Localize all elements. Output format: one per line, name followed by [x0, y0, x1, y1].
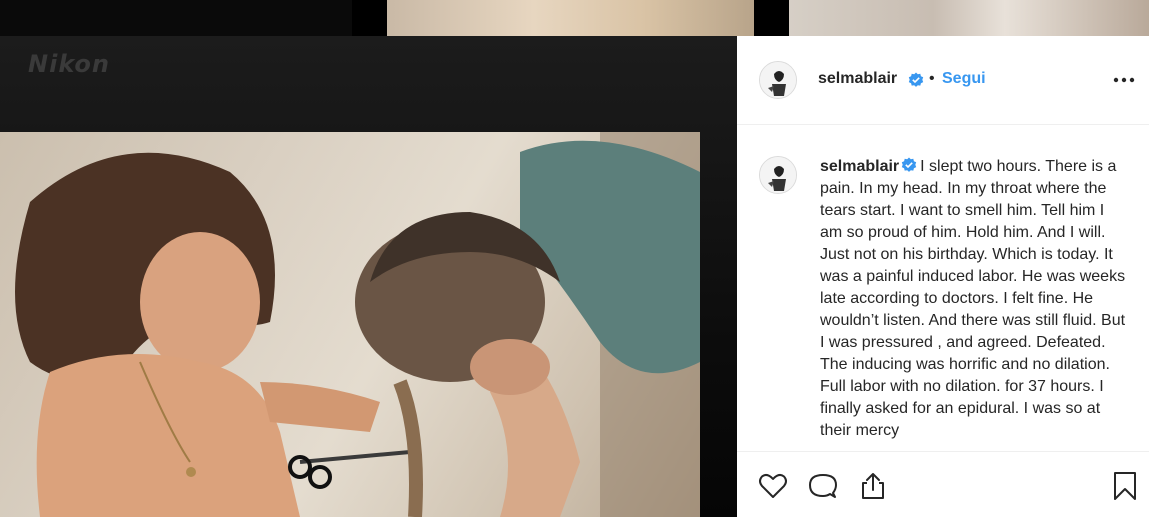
caption-body: I slept two hours. There is a pain. In m…: [820, 158, 1126, 439]
feed-thumbnail[interactable]: [789, 0, 1149, 36]
post-header: selmablair • Segui: [737, 36, 1149, 125]
share-icon[interactable]: [857, 470, 889, 502]
post-author-username[interactable]: selmablair: [818, 70, 897, 88]
avatar[interactable]: [759, 61, 797, 99]
background-feed-strip: [0, 0, 1149, 36]
post-photo[interactable]: Nikon: [0, 36, 737, 517]
heart-icon[interactable]: [757, 470, 789, 502]
avatar-image: [760, 62, 796, 98]
caption-username[interactable]: selmablair: [820, 158, 899, 175]
avatar[interactable]: [759, 156, 797, 194]
bookmark-icon[interactable]: [1109, 470, 1141, 502]
separator-dot: •: [929, 70, 935, 87]
post-actions-bar: [737, 451, 1149, 517]
comment-icon[interactable]: [807, 470, 839, 502]
caption-text: selmablair I slept two hours. There is a…: [820, 155, 1130, 442]
feed-thumbnail[interactable]: [0, 0, 352, 36]
verified-badge-icon: [901, 157, 917, 172]
follow-button[interactable]: Segui: [942, 70, 986, 88]
feed-thumbnail[interactable]: [387, 0, 754, 36]
camera-body: Nikon: [0, 36, 737, 517]
caption-section[interactable]: selmablair I slept two hours. There is a…: [737, 125, 1149, 451]
post-detail-panel: selmablair • Segui selmablair I slept tw…: [737, 36, 1149, 517]
camera-screen-image: [0, 132, 700, 517]
more-options-icon[interactable]: [1113, 76, 1135, 84]
camera-brand-logo: Nikon: [28, 50, 110, 78]
photo-scene: [15, 132, 700, 517]
avatar-image: [760, 157, 796, 193]
verified-badge-icon: [908, 72, 924, 87]
